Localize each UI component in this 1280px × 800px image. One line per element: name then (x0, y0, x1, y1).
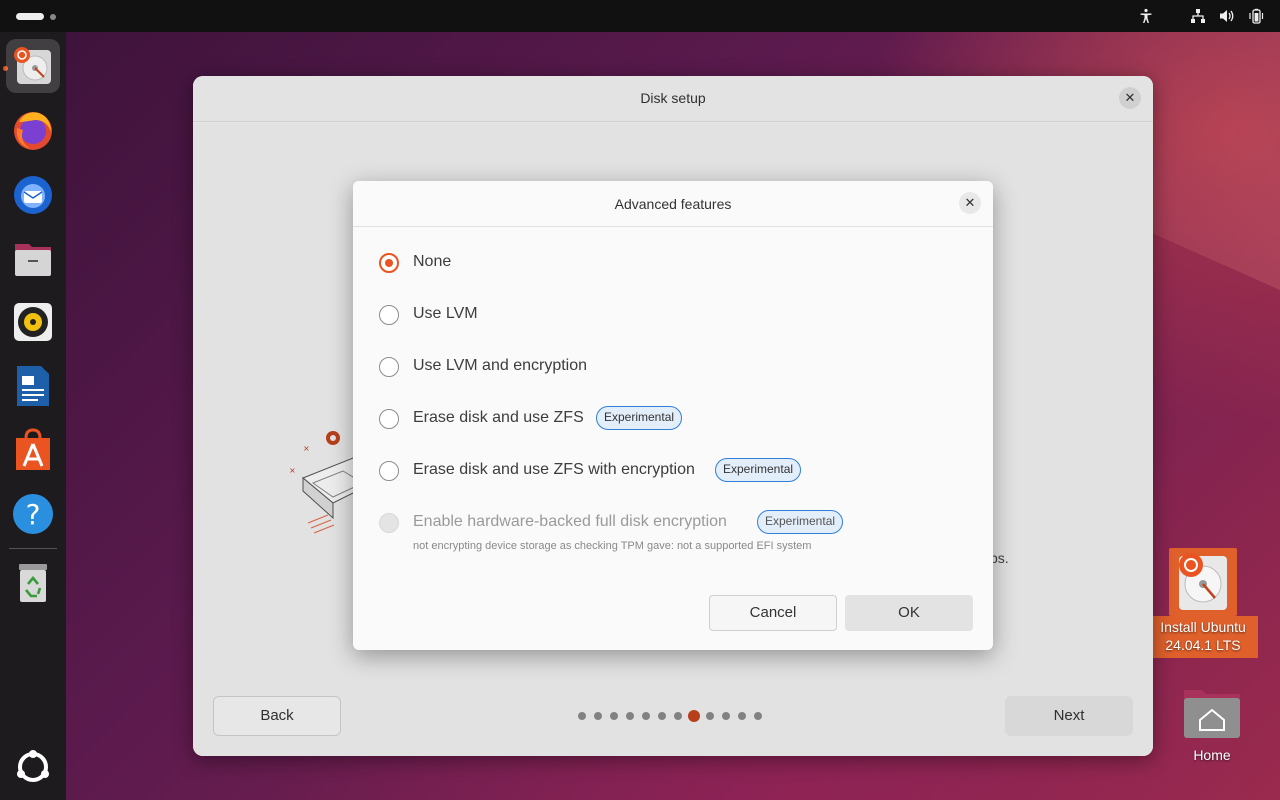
radio-button-disabled (379, 513, 399, 533)
rhythmbox-icon (14, 303, 52, 341)
option-label: None (413, 253, 452, 270)
option-hint-text: not encrypting device storage as checkin… (413, 540, 812, 552)
app-center-icon (16, 428, 50, 470)
install-label-line2: 24.04.1 LTS (1165, 637, 1241, 653)
desktop-install-ubuntu[interactable]: Install Ubuntu 24.04.1 LTS (1148, 548, 1258, 658)
dock-app-libreoffice-writer[interactable] (6, 359, 60, 413)
radio-button[interactable] (379, 357, 399, 377)
option-label: Erase disk and use ZFS with encryption (413, 461, 695, 478)
home-folder-icon (1184, 690, 1240, 738)
dialog-header: Advanced features ✕ (353, 181, 993, 227)
ubuntu-installer-icon (1169, 548, 1237, 616)
libreoffice-writer-icon (17, 366, 49, 406)
dialog-close-button[interactable]: ✕ (959, 192, 981, 214)
option-label: Use LVM and encryption (413, 357, 588, 374)
show-applications-icon (17, 750, 49, 782)
top-bar (0, 0, 1280, 32)
workspace-dot[interactable] (50, 14, 56, 20)
volume-icon[interactable] (1219, 8, 1235, 24)
svg-text:?: ? (26, 498, 41, 531)
battery-icon[interactable] (1248, 8, 1264, 24)
radio-button[interactable] (379, 305, 399, 325)
experimental-badge: Experimental (715, 458, 802, 482)
dock-app-app-center[interactable] (6, 423, 60, 477)
desktop-home-label: Home (1193, 747, 1231, 763)
dock-app-files[interactable] (6, 231, 60, 285)
experimental-badge: Experimental (596, 406, 683, 430)
option-label: Erase disk and use ZFS (413, 409, 584, 426)
experimental-badge: Experimental (757, 510, 844, 534)
dock: ? (0, 32, 66, 800)
dock-app-rhythmbox[interactable] (6, 295, 60, 349)
thunderbird-icon (14, 176, 52, 214)
network-icon[interactable] (1190, 8, 1206, 24)
dialog-title: Advanced features (614, 196, 732, 212)
files-icon (15, 244, 51, 276)
activities-indicator[interactable] (16, 13, 44, 20)
option-label: Enable hardware-backed full disk encrypt… (413, 513, 727, 530)
ok-button[interactable]: OK (845, 595, 973, 631)
dock-app-help[interactable]: ? (6, 487, 60, 541)
trash-icon (19, 564, 47, 602)
dock-separator (9, 548, 57, 549)
ubuntu-installer-icon (14, 47, 51, 84)
desktop-install-label: Install Ubuntu 24.04.1 LTS (1148, 616, 1258, 658)
radio-button[interactable] (379, 409, 399, 429)
radio-button[interactable] (379, 461, 399, 481)
desktop-home[interactable]: Home (1157, 686, 1267, 764)
firefox-icon (14, 112, 52, 150)
advanced-features-dialog: Advanced features ✕ None Use LVM Use LVM… (353, 181, 993, 650)
cancel-button[interactable]: Cancel (709, 595, 837, 631)
option-label: Use LVM (413, 305, 478, 322)
dock-app-thunderbird[interactable] (6, 167, 60, 221)
dock-app-trash[interactable] (6, 555, 60, 609)
help-icon: ? (13, 494, 53, 534)
accessibility-icon[interactable] (1138, 8, 1154, 24)
dock-app-installer[interactable] (6, 39, 60, 93)
dock-show-applications[interactable] (6, 738, 60, 792)
install-label-line1: Install Ubuntu (1160, 619, 1246, 635)
dock-app-firefox[interactable] (6, 103, 60, 157)
radio-button[interactable] (379, 253, 399, 273)
